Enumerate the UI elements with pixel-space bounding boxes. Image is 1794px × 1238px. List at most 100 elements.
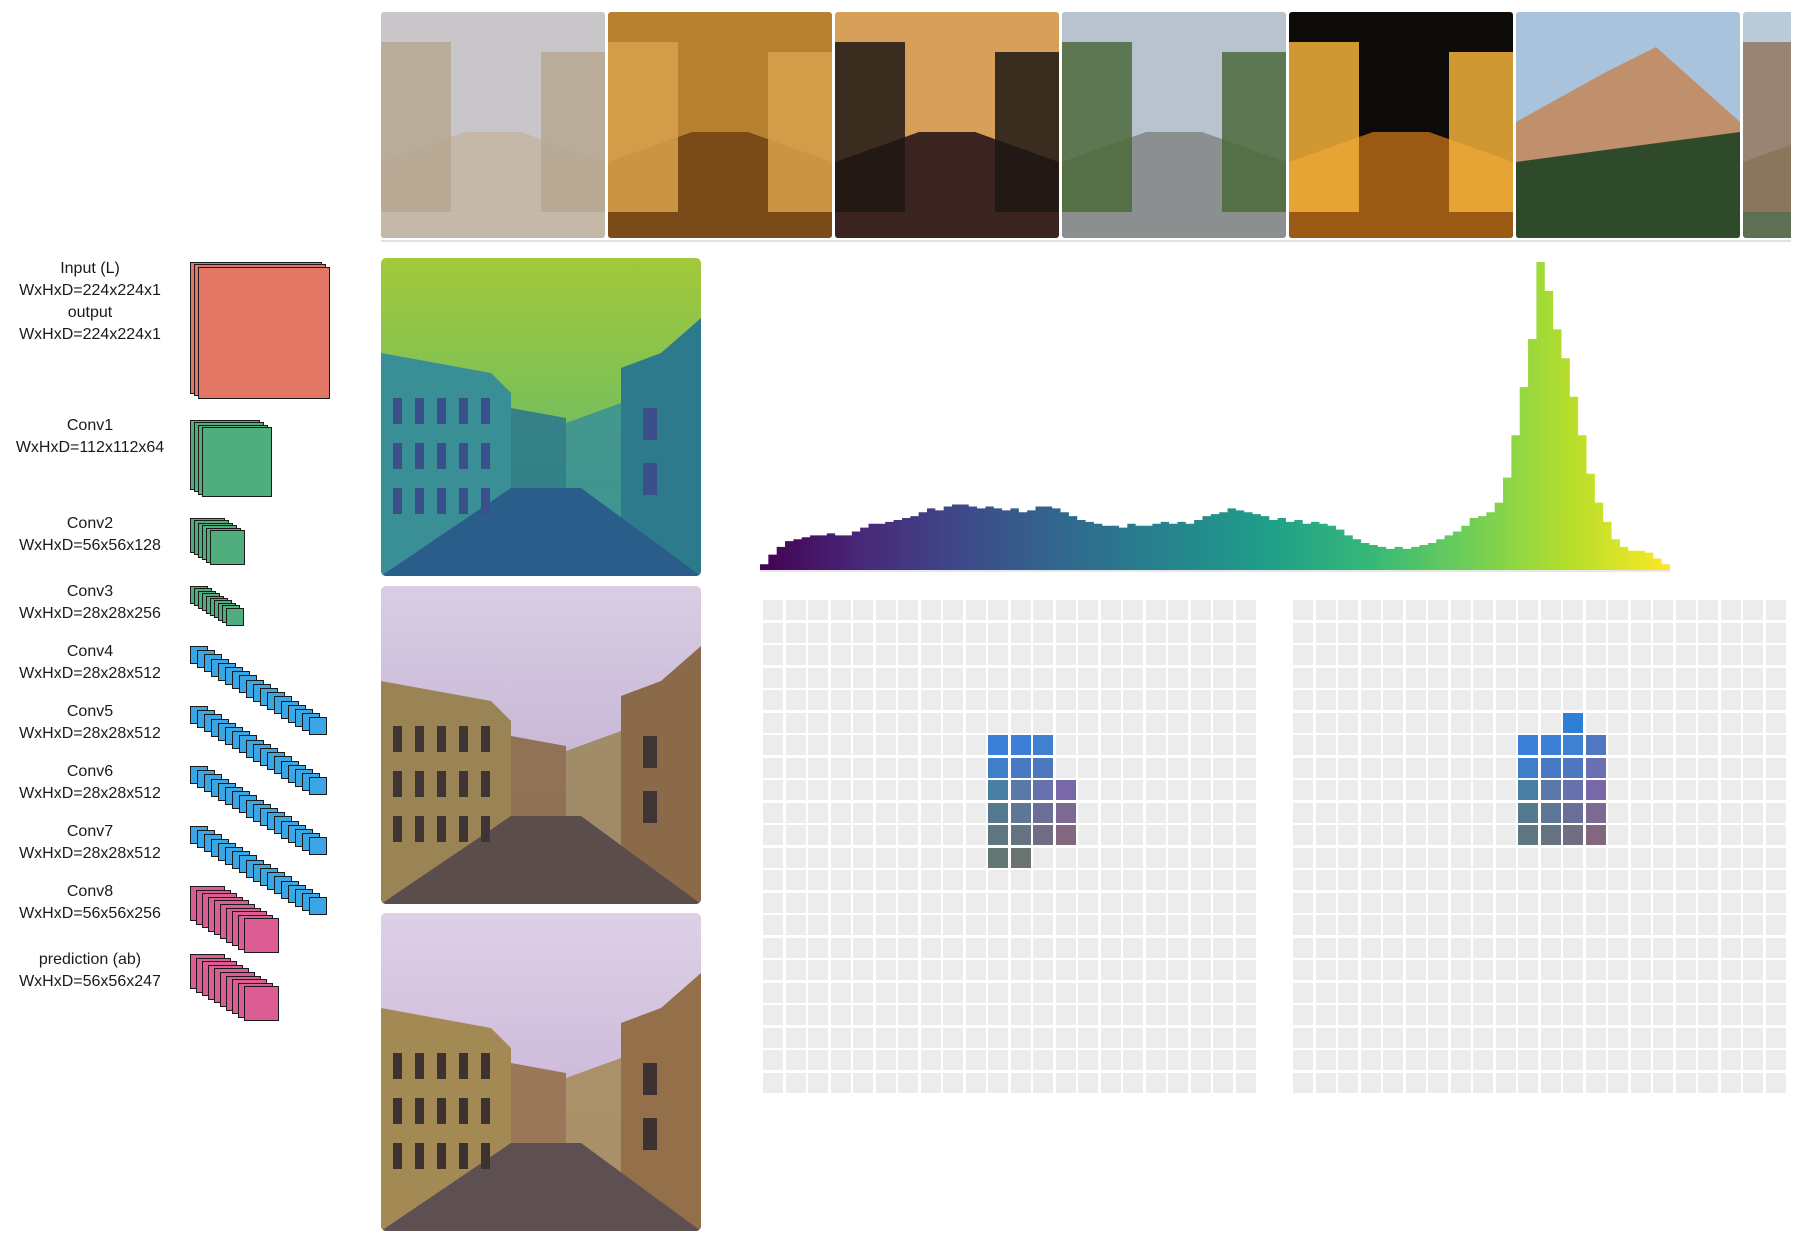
grid-cell[interactable]	[1168, 982, 1188, 1003]
grid-cell-filled[interactable]	[1010, 847, 1031, 868]
grid-cell[interactable]	[943, 780, 963, 800]
grid-cell[interactable]	[853, 667, 873, 688]
grid-cell[interactable]	[1123, 645, 1143, 665]
grid-cell[interactable]	[1168, 712, 1188, 733]
grid-cell[interactable]	[1698, 622, 1718, 643]
grid-cell[interactable]	[1428, 915, 1448, 935]
grid-cell[interactable]	[785, 825, 806, 845]
grid-cell[interactable]	[1213, 915, 1233, 935]
grid-cell[interactable]	[1315, 780, 1336, 800]
grid-cell[interactable]	[1315, 622, 1336, 643]
grid-cell[interactable]	[1428, 870, 1448, 890]
grid-cell[interactable]	[920, 802, 941, 823]
grid-cell[interactable]	[1743, 825, 1763, 845]
grid-cell[interactable]	[1653, 645, 1673, 665]
grid-cell[interactable]	[1585, 690, 1606, 710]
grid-cell[interactable]	[1743, 622, 1763, 643]
grid-cell[interactable]	[920, 937, 941, 958]
grid-cell[interactable]	[1405, 667, 1426, 688]
grid-cell[interactable]	[1235, 825, 1256, 845]
grid-cell[interactable]	[920, 667, 941, 688]
grid-cell[interactable]	[1010, 690, 1031, 710]
grid-cell[interactable]	[1653, 847, 1673, 868]
grid-cell[interactable]	[1055, 1050, 1076, 1070]
grid-cell[interactable]	[1010, 712, 1031, 733]
grid-cell[interactable]	[1383, 825, 1403, 845]
grid-cell[interactable]	[1033, 892, 1053, 913]
grid-cell[interactable]	[1055, 600, 1076, 620]
grid-cell[interactable]	[943, 645, 963, 665]
grid-cell[interactable]	[1720, 802, 1741, 823]
grid-cell[interactable]	[1540, 690, 1561, 710]
grid-cell[interactable]	[1100, 892, 1121, 913]
grid-cell[interactable]	[965, 937, 986, 958]
grid-cell-filled[interactable]	[1563, 780, 1583, 800]
grid-cell[interactable]	[1495, 960, 1516, 980]
grid-cell[interactable]	[1405, 780, 1426, 800]
grid-cell[interactable]	[1360, 937, 1381, 958]
grid-cell-filled[interactable]	[1055, 825, 1076, 845]
grid-cell[interactable]	[763, 667, 783, 688]
grid-cell[interactable]	[808, 1027, 828, 1048]
grid-cell[interactable]	[1585, 847, 1606, 868]
grid-cell[interactable]	[1518, 892, 1538, 913]
grid-cell[interactable]	[943, 960, 963, 980]
grid-cell[interactable]	[1675, 915, 1696, 935]
grid-cell[interactable]	[1473, 600, 1493, 620]
grid-cell-filled[interactable]	[1540, 757, 1561, 778]
grid-cell[interactable]	[830, 645, 851, 665]
grid-cell[interactable]	[1293, 600, 1313, 620]
grid-cell[interactable]	[1293, 892, 1313, 913]
grid-cell[interactable]	[1495, 892, 1516, 913]
grid-cell[interactable]	[1123, 892, 1143, 913]
grid-cell[interactable]	[1338, 960, 1358, 980]
grid-cell-filled[interactable]	[988, 825, 1008, 845]
grid-cell[interactable]	[785, 690, 806, 710]
grid-cell[interactable]	[1630, 1072, 1651, 1093]
grid-cell[interactable]	[1145, 960, 1166, 980]
grid-cell[interactable]	[1608, 870, 1628, 890]
grid-cell[interactable]	[1190, 757, 1211, 778]
grid-cell[interactable]	[853, 915, 873, 935]
grid-cell[interactable]	[1315, 802, 1336, 823]
grid-cell[interactable]	[1495, 870, 1516, 890]
grid-cell[interactable]	[1675, 1027, 1696, 1048]
grid-cell[interactable]	[785, 712, 806, 733]
grid-cell[interactable]	[1100, 1027, 1121, 1048]
grid-cell[interactable]	[1213, 622, 1233, 643]
grid-cell[interactable]	[1360, 667, 1381, 688]
grid-cell[interactable]	[1540, 1050, 1561, 1070]
grid-cell-filled[interactable]	[1518, 825, 1538, 845]
grid-cell[interactable]	[1608, 960, 1628, 980]
grid-cell[interactable]	[1518, 1005, 1538, 1025]
grid-cell[interactable]	[1360, 735, 1381, 755]
grid-cell[interactable]	[1010, 870, 1031, 890]
grid-cell[interactable]	[763, 1072, 783, 1093]
grid-cell[interactable]	[1473, 825, 1493, 845]
grid-cell[interactable]	[1033, 645, 1053, 665]
grid-cell[interactable]	[1100, 667, 1121, 688]
grid-cell[interactable]	[1383, 960, 1403, 980]
grid-cell[interactable]	[1033, 982, 1053, 1003]
grid-cell[interactable]	[1540, 645, 1561, 665]
grid-cell[interactable]	[1338, 937, 1358, 958]
grid-cell[interactable]	[965, 870, 986, 890]
grid-cell[interactable]	[1360, 757, 1381, 778]
grid-cell[interactable]	[1743, 870, 1763, 890]
grid-cell-filled[interactable]	[1055, 780, 1076, 800]
grid-cell[interactable]	[1495, 825, 1516, 845]
grid-cell[interactable]	[1055, 915, 1076, 935]
grid-cell[interactable]	[898, 757, 918, 778]
grid-cell[interactable]	[1518, 870, 1538, 890]
grid-cell[interactable]	[1168, 892, 1188, 913]
grid-cell[interactable]	[1653, 915, 1673, 935]
grid-cell[interactable]	[1145, 600, 1166, 620]
grid-cell[interactable]	[1608, 937, 1628, 958]
grid-cell[interactable]	[1383, 1027, 1403, 1048]
grid-cell[interactable]	[1675, 712, 1696, 733]
grid-cell[interactable]	[1540, 982, 1561, 1003]
grid-cell[interactable]	[1698, 937, 1718, 958]
grid-cell[interactable]	[763, 870, 783, 890]
grid-cell[interactable]	[1675, 960, 1696, 980]
grid-cell[interactable]	[1338, 1050, 1358, 1070]
